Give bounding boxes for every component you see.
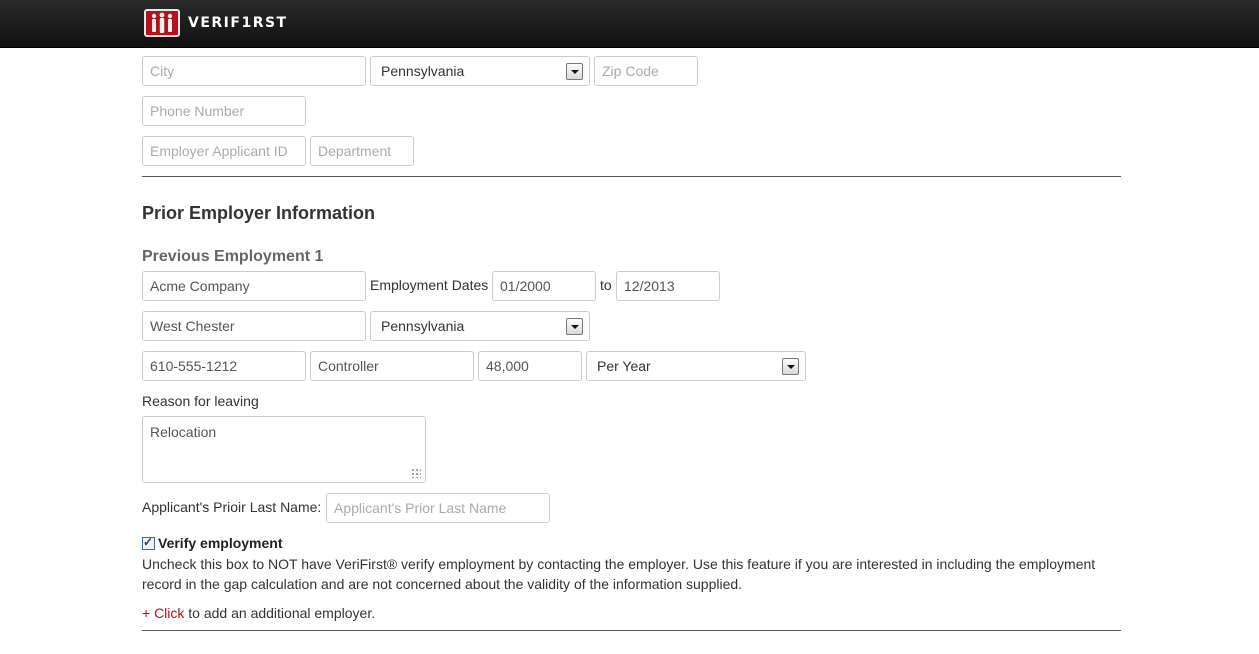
to-label: to <box>600 277 612 293</box>
bottom-divider <box>142 630 1121 631</box>
chevron-down-icon[interactable] <box>782 358 799 375</box>
start-date-input[interactable] <box>492 271 596 301</box>
prior-last-name-label: Applicant's Prioir Last Name: <box>142 499 322 515</box>
employer-phone-input[interactable] <box>142 351 306 381</box>
city-input[interactable] <box>142 56 366 86</box>
prior-last-name-input[interactable] <box>326 493 550 523</box>
zip-code-input[interactable] <box>594 56 698 86</box>
people-logo-icon <box>144 9 180 37</box>
employer-city-input[interactable] <box>142 311 366 341</box>
employer-applicant-id-input[interactable] <box>142 136 306 166</box>
verify-employment-checkbox[interactable] <box>142 535 155 550</box>
reason-label: Reason for leaving <box>142 393 259 409</box>
employer-state-value: Pennsylvania <box>381 318 465 334</box>
pay-period-select[interactable]: Per Year <box>586 351 806 381</box>
state-select-value: Pennsylvania <box>381 63 465 79</box>
end-date-input[interactable] <box>616 271 720 301</box>
verify-employment-label[interactable]: Verify employment <box>158 535 283 551</box>
top-bar: VERIF1RST <box>0 0 1259 48</box>
phone-number-input[interactable] <box>142 96 306 126</box>
resize-handle-icon[interactable] <box>411 468 421 478</box>
add-employer-link[interactable]: + Click <box>142 605 184 621</box>
verify-description: Uncheck this box to NOT have VeriFirst® … <box>142 556 1096 592</box>
section-title: Prior Employer Information <box>142 203 376 223</box>
subsection-title: Previous Employment 1 <box>142 248 324 265</box>
chevron-down-icon[interactable] <box>566 63 583 80</box>
add-employer-line: + Click to add an additional employer. <box>142 605 375 621</box>
reason-textarea[interactable]: Relocation <box>142 416 426 483</box>
department-input[interactable] <box>310 136 414 166</box>
section-divider <box>142 176 1121 177</box>
logo[interactable]: VERIF1RST <box>144 8 288 38</box>
employment-dates-label: Employment Dates <box>370 277 489 293</box>
salary-input[interactable] <box>478 351 582 381</box>
chevron-down-icon[interactable] <box>566 318 583 335</box>
state-select[interactable]: Pennsylvania <box>370 56 590 86</box>
employer-state-select[interactable]: Pennsylvania <box>370 311 590 341</box>
reason-text: Relocation <box>150 424 217 440</box>
job-title-input[interactable] <box>310 351 474 381</box>
company-name-input[interactable] <box>142 271 366 301</box>
brand-name: VERIF1RST <box>188 15 288 31</box>
add-employer-text: to add an additional employer. <box>184 605 376 621</box>
pay-period-value: Per Year <box>597 358 651 374</box>
